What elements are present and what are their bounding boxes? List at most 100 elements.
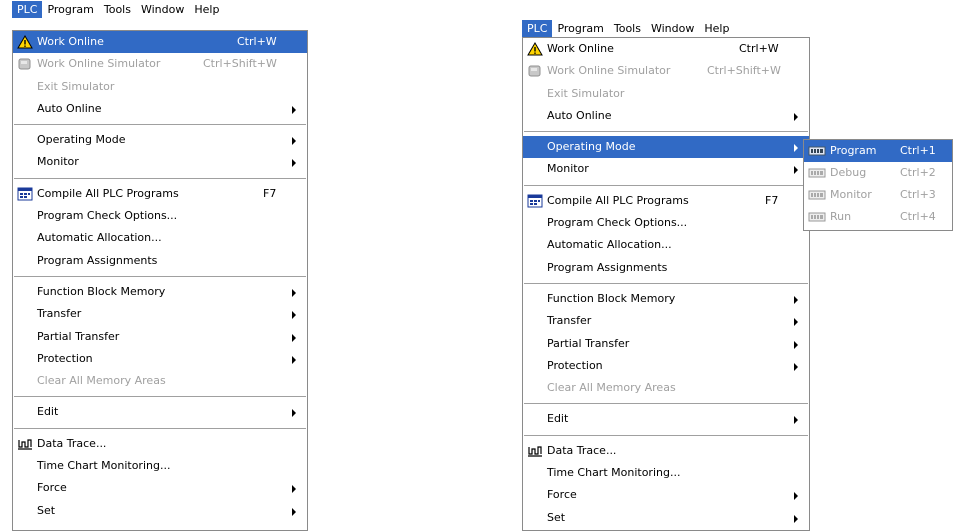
- menu-item-edit[interactable]: Edit: [13, 401, 307, 423]
- menu-separator: [13, 392, 307, 401]
- simulator-icon: [527, 64, 543, 78]
- menu-item-data-trace[interactable]: Data Trace...: [13, 433, 307, 455]
- menubar-window[interactable]: Window: [136, 1, 189, 18]
- menu-item-exit-simulator[interactable]: Exit Simulator: [13, 76, 307, 98]
- menu-item-partial-transfer[interactable]: Partial Transfer: [13, 326, 307, 348]
- menu-item-monitor[interactable]: Monitor: [523, 158, 809, 180]
- menubar-plc[interactable]: PLC: [522, 19, 553, 37]
- operating-mode-label: Operating Mode: [547, 140, 636, 154]
- monitor-label: Monitor: [547, 162, 589, 176]
- submenu-item-run[interactable]: Run Ctrl+4: [804, 206, 952, 228]
- submenu-arrow-icon: [292, 333, 296, 342]
- work-online-label: Work Online: [37, 35, 104, 48]
- menu-item-function-block-memory[interactable]: Function Block Memory: [523, 288, 809, 310]
- submenu-arrow-icon: [292, 288, 296, 297]
- menu-item-program-assignments[interactable]: Program Assignments: [523, 257, 809, 279]
- menu-item-exit-simulator[interactable]: Exit Simulator: [523, 83, 809, 105]
- menu-item-function-block-memory[interactable]: Function Block Memory: [13, 281, 307, 303]
- menu-item-clear-all-memory[interactable]: Clear All Memory Areas: [13, 370, 307, 392]
- plc-run-icon: [808, 210, 826, 224]
- menu-separator: [523, 399, 809, 408]
- menu-item-work-online[interactable]: Work Online Ctrl+W: [13, 31, 307, 54]
- menu-item-edit[interactable]: Edit: [523, 408, 809, 430]
- debug-mode-label: Debug: [830, 166, 867, 179]
- menu-item-auto-online[interactable]: Auto Online: [523, 105, 809, 127]
- menu-item-transfer[interactable]: Transfer: [13, 303, 307, 325]
- force-label: Force: [547, 488, 577, 502]
- monitor-mode-label: Monitor: [830, 188, 872, 201]
- menu-separator: [13, 424, 307, 433]
- menu-item-compile-all[interactable]: Compile All PLC Programs F7: [523, 190, 809, 212]
- menubar-tools[interactable]: Tools: [609, 20, 646, 37]
- menu-item-force[interactable]: Force: [13, 477, 307, 499]
- menu-bar: PLC Program Tools Window Help: [522, 19, 735, 37]
- automatic-allocation-label: Automatic Allocation...: [37, 231, 162, 245]
- menu-item-work-online-simulator[interactable]: Work Online Simulator Ctrl+Shift+W: [13, 53, 307, 75]
- menu-item-operating-mode[interactable]: Operating Mode: [13, 129, 307, 151]
- data-trace-icon: [17, 437, 33, 451]
- menu-item-automatic-allocation[interactable]: Automatic Allocation...: [523, 234, 809, 256]
- menu-item-work-online-simulator[interactable]: Work Online Simulator Ctrl+Shift+W: [523, 60, 809, 82]
- menu-item-auto-online[interactable]: Auto Online: [13, 98, 307, 120]
- compile-all-shortcut: F7: [765, 193, 779, 207]
- menubar-plc[interactable]: PLC: [12, 0, 43, 18]
- submenu-arrow-icon: [292, 159, 296, 168]
- edit-label: Edit: [547, 412, 569, 426]
- partial-transfer-label: Partial Transfer: [37, 329, 120, 343]
- menubar-program[interactable]: Program: [42, 1, 98, 18]
- submenu-arrow-icon: [794, 144, 798, 153]
- menu-item-compile-all[interactable]: Compile All PLC Programs F7: [13, 183, 307, 205]
- submenu-arrow-icon: [292, 311, 296, 320]
- submenu-arrow-icon: [292, 355, 296, 364]
- submenu-item-program[interactable]: Program Ctrl+1: [804, 140, 952, 162]
- menu-item-monitor[interactable]: Monitor: [13, 151, 307, 173]
- warning-icon: [17, 35, 33, 49]
- work-online-simulator-shortcut: Ctrl+Shift+W: [203, 57, 277, 71]
- menu-item-partial-transfer[interactable]: Partial Transfer: [523, 333, 809, 355]
- menu-item-force[interactable]: Force: [523, 484, 809, 506]
- menu-item-operating-mode[interactable]: Operating Mode: [523, 136, 809, 159]
- menu-separator: [523, 279, 809, 288]
- compile-all-label: Compile All PLC Programs: [547, 193, 689, 207]
- menu-item-set[interactable]: Set: [13, 500, 307, 522]
- menu-separator: [523, 127, 809, 136]
- menu-item-time-chart-monitoring[interactable]: Time Chart Monitoring...: [13, 455, 307, 477]
- menu-item-set[interactable]: Set: [523, 507, 809, 529]
- menu-item-program-check-options[interactable]: Program Check Options...: [523, 212, 809, 234]
- menu-item-automatic-allocation[interactable]: Automatic Allocation...: [13, 227, 307, 249]
- function-block-memory-label: Function Block Memory: [547, 291, 676, 305]
- right-panel: PLC Program Tools Window Help Work Onlin…: [522, 0, 953, 531]
- menu-item-transfer[interactable]: Transfer: [523, 310, 809, 332]
- menu-item-program-assignments[interactable]: Program Assignments: [13, 250, 307, 272]
- plc-menu: Work Online Ctrl+W Work Online Simulator…: [12, 30, 308, 531]
- submenu-arrow-icon: [292, 137, 296, 146]
- menu-item-work-online[interactable]: Work Online Ctrl+W: [523, 38, 809, 60]
- menubar-help[interactable]: Help: [189, 1, 224, 18]
- set-label: Set: [37, 503, 56, 517]
- time-chart-monitoring-label: Time Chart Monitoring...: [547, 466, 681, 480]
- menu-item-protection[interactable]: Protection: [13, 348, 307, 370]
- menu-item-time-chart-monitoring[interactable]: Time Chart Monitoring...: [523, 462, 809, 484]
- submenu-item-monitor[interactable]: Monitor Ctrl+3: [804, 184, 952, 206]
- warning-icon: [527, 42, 543, 56]
- program-mode-shortcut: Ctrl+1: [900, 144, 936, 157]
- data-trace-icon: [527, 444, 543, 458]
- program-assignments-label: Program Assignments: [547, 260, 668, 274]
- menubar-tools[interactable]: Tools: [99, 1, 136, 18]
- submenu-arrow-icon: [794, 362, 798, 371]
- clear-all-memory-label: Clear All Memory Areas: [547, 381, 676, 395]
- menu-item-protection[interactable]: Protection: [523, 355, 809, 377]
- menu-item-program-check-options[interactable]: Program Check Options...: [13, 205, 307, 227]
- menubar-help[interactable]: Help: [699, 20, 734, 37]
- menubar-window[interactable]: Window: [646, 20, 699, 37]
- menubar-program[interactable]: Program: [552, 20, 608, 37]
- submenu-item-debug[interactable]: Debug Ctrl+2: [804, 162, 952, 184]
- menu-separator: [523, 181, 809, 190]
- menu-item-clear-all-memory[interactable]: Clear All Memory Areas: [523, 377, 809, 399]
- left-panel: PLC Program Tools Window Help Work Onlin…: [12, 0, 308, 531]
- auto-online-label: Auto Online: [37, 101, 102, 115]
- monitor-label: Monitor: [37, 155, 79, 169]
- program-check-options-label: Program Check Options...: [547, 216, 688, 230]
- menu-item-data-trace[interactable]: Data Trace...: [523, 440, 809, 462]
- plc-monitor-icon: [808, 188, 826, 202]
